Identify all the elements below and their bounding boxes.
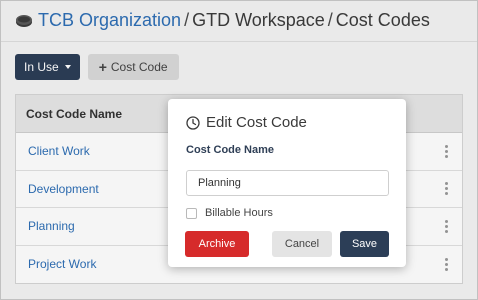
cost-code-name-label: Cost Code Name — [186, 144, 275, 156]
cancel-button[interactable]: Cancel — [272, 231, 332, 257]
billable-hours-label: Billable Hours — [205, 207, 273, 219]
save-button[interactable]: Save — [340, 231, 389, 257]
archive-button[interactable]: Archive — [185, 231, 249, 257]
billable-hours-checkbox[interactable] — [186, 207, 197, 219]
edit-cost-code-dialog: Edit Cost Code Cost Code Name Billable H… — [168, 99, 406, 267]
clock-icon — [186, 115, 200, 130]
dialog-title-text: Edit Cost Code — [206, 114, 307, 131]
dialog-title: Edit Cost Code — [186, 114, 307, 131]
cost-code-name-input[interactable] — [186, 170, 389, 196]
billable-hours-option[interactable]: Billable Hours — [186, 207, 273, 219]
